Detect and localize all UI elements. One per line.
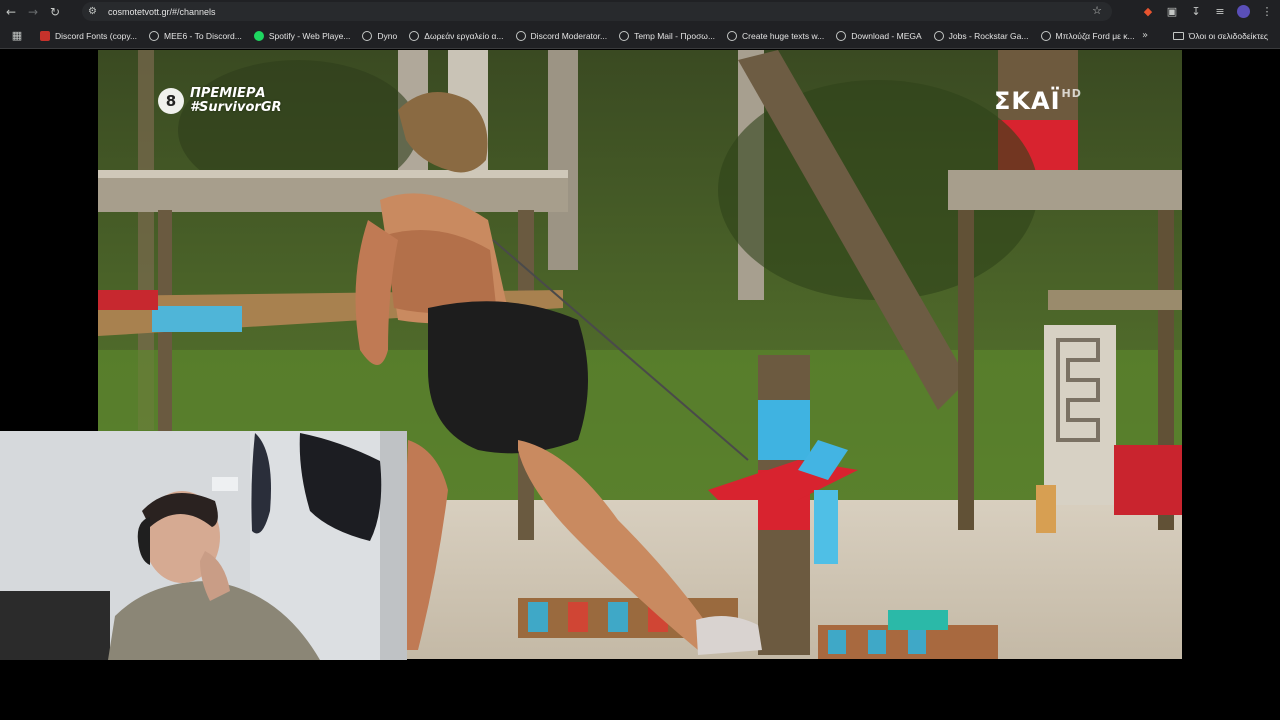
bookmark-item[interactable]: Download - MEGA	[836, 30, 922, 41]
globe-icon	[619, 30, 630, 41]
bookmark-item[interactable]: Jobs - Rockstar Ga...	[933, 30, 1029, 41]
webcam-overlay	[0, 431, 407, 660]
bookmark-item[interactable]: Spotify - Web Playe...	[253, 30, 350, 41]
media-control-icon[interactable]: ≡	[1213, 5, 1227, 18]
profile-avatar[interactable]	[1237, 5, 1250, 18]
reload-button[interactable]: ↻	[44, 0, 66, 23]
hd-badge: HD	[1061, 87, 1082, 100]
channel-logo: 8 ΠΡΕΜΙΕΡΑ #SurvivorGR	[158, 87, 282, 115]
download-icon[interactable]: ↧	[1189, 5, 1203, 18]
globe-icon	[933, 30, 944, 41]
bookmark-item[interactable]: Dyno	[362, 30, 397, 41]
browser-toolbar: ← → ↻ ⚙ cosmotetvott.gr/#/channels ☆ ◆ ▣…	[0, 0, 1280, 23]
bookmark-item[interactable]: MEE6 - To Discord...	[149, 30, 242, 41]
premiere-label: ΠΡΕΜΙΕΡΑ	[190, 86, 266, 101]
back-button[interactable]: ←	[0, 0, 22, 23]
bookmark-item[interactable]: Discord Fonts (copy...	[40, 30, 137, 41]
bookmark-item[interactable]: Create huge texts w...	[727, 30, 824, 41]
spotify-icon	[253, 30, 264, 41]
toolbar-actions: ◆ ▣ ↧ ≡ ⋮	[1141, 0, 1274, 23]
url-text: cosmotetvott.gr/#/channels	[108, 6, 216, 17]
globe-icon	[362, 30, 373, 41]
apps-grid-icon[interactable]: ▦	[6, 29, 28, 42]
bookmark-item[interactable]: Temp Mail - Προσω...	[619, 30, 715, 41]
more-bookmarks-chevron-icon[interactable]: »	[1142, 23, 1148, 49]
globe-icon	[515, 30, 526, 41]
globe-icon	[409, 30, 420, 41]
globe-icon	[1040, 30, 1051, 41]
broadcaster-logo: ΣΚΑΪHD	[994, 87, 1082, 115]
webcam-feed	[0, 431, 407, 660]
menu-icon[interactable]: ⋮	[1260, 5, 1274, 18]
bookmark-item[interactable]: Discord Moderator...	[515, 30, 607, 41]
extension-icon[interactable]: ◆	[1141, 5, 1155, 18]
bookmark-item[interactable]: Μπλούζα Ford με κ...	[1040, 30, 1135, 41]
hashtag-label: #SurvivorGR	[190, 100, 282, 115]
globe-icon	[836, 30, 847, 41]
address-bar[interactable]: ⚙ cosmotetvott.gr/#/channels ☆	[82, 2, 1112, 21]
bookmark-item[interactable]: Δωρεάν εργαλείο α...	[409, 30, 504, 41]
channel-number: 8	[158, 88, 184, 114]
site-settings-icon[interactable]: ⚙	[88, 6, 104, 17]
folder-icon	[1172, 32, 1184, 40]
all-bookmarks-button[interactable]: Όλοι οι σελιδοδείκτες	[1172, 23, 1268, 49]
globe-icon	[727, 30, 738, 41]
page-viewport: 8 ΠΡΕΜΙΕΡΑ #SurvivorGR ΣΚΑΪHD	[0, 50, 1280, 720]
extensions-puzzle-icon[interactable]: ▣	[1165, 5, 1179, 18]
bookmarks-bar: ▦ Discord Fonts (copy... MEE6 - To Disco…	[0, 23, 1280, 49]
bookmark-star-icon[interactable]: ☆	[1092, 4, 1102, 17]
red-bookmark-icon	[40, 30, 50, 41]
forward-button[interactable]: →	[22, 0, 44, 23]
broadcaster-name: ΣΚΑΪ	[994, 87, 1061, 115]
globe-icon	[149, 30, 160, 41]
channel-caption: ΠΡΕΜΙΕΡΑ #SurvivorGR	[190, 87, 282, 115]
